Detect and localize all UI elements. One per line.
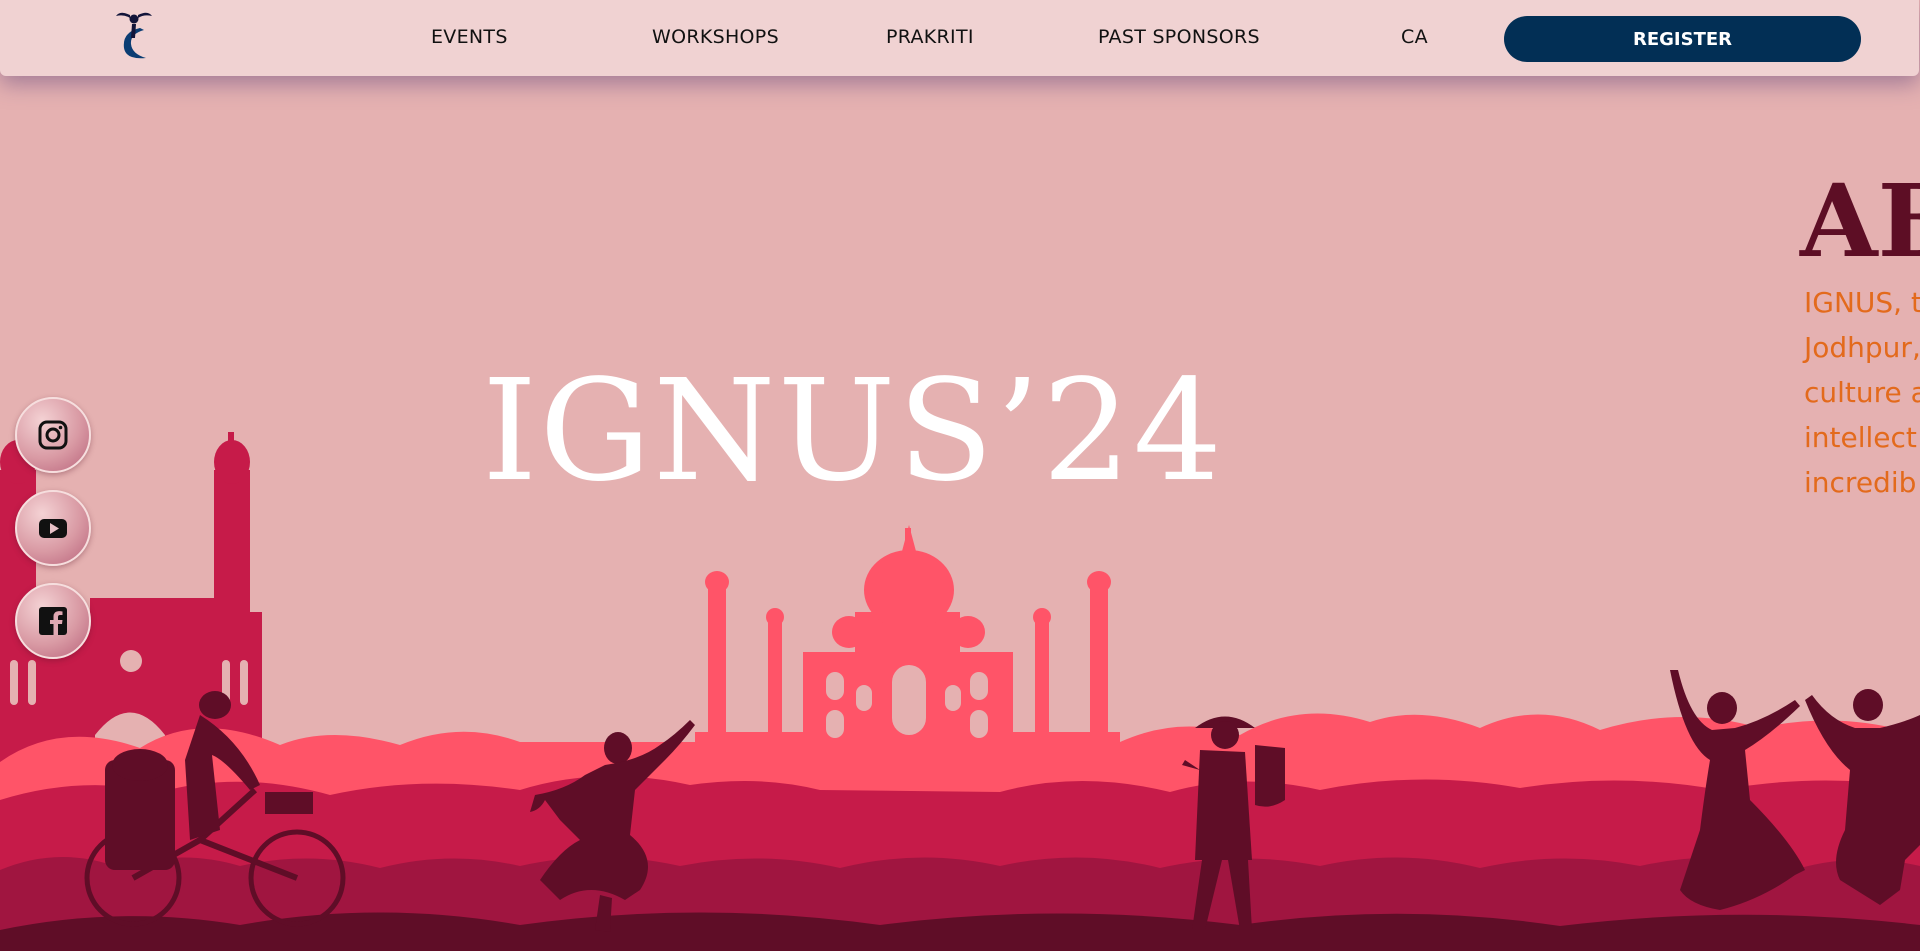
nav-past-sponsors[interactable]: PAST SPONSORS: [1098, 26, 1260, 48]
register-button[interactable]: REGISTER: [1504, 16, 1861, 62]
about-line: incredib: [1804, 466, 1917, 499]
about-line: IGNUS, t: [1804, 286, 1920, 319]
top-navbar: EVENTS WORKSHOPS PRAKRITI PAST SPONSORS …: [0, 0, 1919, 76]
nav-prakriti[interactable]: PRAKRITI: [886, 26, 974, 48]
facebook-icon: [39, 607, 67, 635]
hero-title: IGNUS’24: [482, 350, 1225, 513]
facebook-button[interactable]: [15, 583, 91, 659]
youtube-button[interactable]: [15, 490, 91, 566]
instagram-icon: [38, 420, 68, 450]
about-heading: AB: [1800, 162, 1920, 280]
ignus-logo-icon[interactable]: [112, 10, 158, 66]
nav-events[interactable]: EVENTS: [431, 26, 508, 48]
about-line: culture a: [1804, 376, 1920, 409]
about-line: Jodhpur,: [1804, 331, 1920, 364]
nav-ca[interactable]: CA: [1401, 26, 1428, 48]
about-text: IGNUS, t Jodhpur, culture a intellect in…: [1804, 280, 1920, 505]
instagram-button[interactable]: [15, 397, 91, 473]
about-line: intellect: [1804, 421, 1917, 454]
youtube-icon: [39, 519, 67, 538]
nav-workshops[interactable]: WORKSHOPS: [652, 26, 779, 48]
